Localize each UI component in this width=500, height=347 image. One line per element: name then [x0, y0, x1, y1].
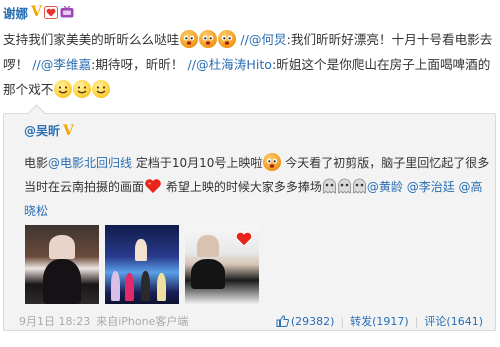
angry-face-emoji-icon [262, 153, 281, 171]
photo-figure [197, 235, 219, 257]
quoted-author-row: @吴昕 V [24, 122, 74, 139]
verified-v-icon[interactable]: V [63, 124, 74, 138]
quoted-post-meta: 9月1日 18:23 来自iPhone客户端 (29382) | 转发(1917… [19, 312, 489, 330]
heart-sticker-icon [235, 231, 253, 247]
angry-face-emoji-icon [198, 30, 217, 48]
post-time[interactable]: 9月1日 18:23 [19, 313, 90, 329]
post-author-row: 谢娜 V [3, 3, 74, 22]
movie-link[interactable]: @电影北回归线 [48, 156, 132, 170]
photo-figure [111, 271, 120, 301]
quoted-text-part: 希望上映的时候大家多多捧场 [162, 180, 322, 194]
angry-face-emoji-icon [179, 30, 198, 48]
post-author-name[interactable]: 谢娜 [3, 3, 28, 22]
quoted-post: @吴昕 V 电影@电影北回归线 定档于10月10号上映啦 今天看了初剪版，脑子里… [3, 104, 496, 331]
verified-v-icon[interactable]: V [31, 5, 42, 19]
smile-face-emoji-icon [53, 80, 72, 98]
repost-label: 转发 [350, 315, 373, 328]
ghost-emoji-icon [322, 178, 336, 194]
mention-link[interactable]: //@杜海涛Hito [188, 57, 272, 72]
photo-thumbnails [25, 225, 259, 304]
quote-arrow [27, 104, 46, 123]
like-button[interactable]: (29382) [276, 314, 335, 328]
repost-button[interactable]: 转发(1917) [350, 313, 409, 329]
divider: | [340, 314, 345, 328]
post-text-intro: 支持我们家美美的昕昕么么哒哇 [3, 32, 180, 47]
comment-button[interactable]: 评论(1641) [424, 313, 483, 329]
quoted-text-part: 电影 [24, 156, 49, 170]
repost-count: (1917) [372, 315, 409, 328]
red-heart-icon [145, 179, 161, 193]
post-text: 支持我们家美美的昕昕么么哒哇 //@何炅:我们昕昕好漂亮！十月十号看电影去啰！ … [3, 27, 495, 102]
photo-figure [191, 259, 225, 289]
photo-thumbnail[interactable] [25, 225, 99, 304]
like-count: (29382) [290, 314, 335, 328]
post-source: 来自iPhone客户端 [96, 315, 189, 328]
post-actions: (29382) | 转发(1917) | 评论(1641) [276, 312, 483, 330]
photo-thumbnail[interactable] [185, 225, 259, 304]
ghost-emoji-icon [352, 178, 366, 194]
photo-figure [157, 273, 166, 301]
mention-link[interactable]: //@李维嘉 [32, 57, 91, 72]
tv-badge-icon[interactable] [60, 6, 74, 18]
quoted-author-name[interactable]: @吴昕 [24, 122, 60, 139]
smile-face-emoji-icon [91, 80, 110, 98]
quoted-text-part: 定档于10月10号上映啦 [132, 156, 263, 170]
mention-link[interactable]: @黄龄 [367, 180, 403, 194]
angry-face-emoji-icon [217, 30, 236, 48]
photo-figure [141, 271, 150, 301]
comment-label: 评论 [424, 315, 447, 328]
photo-figure [43, 259, 81, 304]
quoted-text: 电影@电影北回归线 定档于10月10号上映啦 今天看了初剪版，脑子里回忆起了很多… [24, 151, 494, 223]
comment-count: (1641) [446, 315, 483, 328]
photo-figure [125, 273, 134, 301]
divider: | [414, 314, 419, 328]
thumb-up-icon [276, 314, 289, 327]
photo-thumbnail[interactable] [105, 225, 179, 304]
photo-figure [49, 235, 75, 259]
ghost-emoji-icon [337, 178, 351, 194]
smile-face-emoji-icon [72, 80, 91, 98]
mention-link[interactable]: @李治廷 [407, 180, 455, 194]
repost-text: :期待呀，昕昕！ [91, 57, 184, 72]
photo-figure [135, 239, 147, 261]
heart-badge-icon[interactable] [43, 5, 58, 19]
mention-link[interactable]: //@何炅 [240, 32, 286, 47]
